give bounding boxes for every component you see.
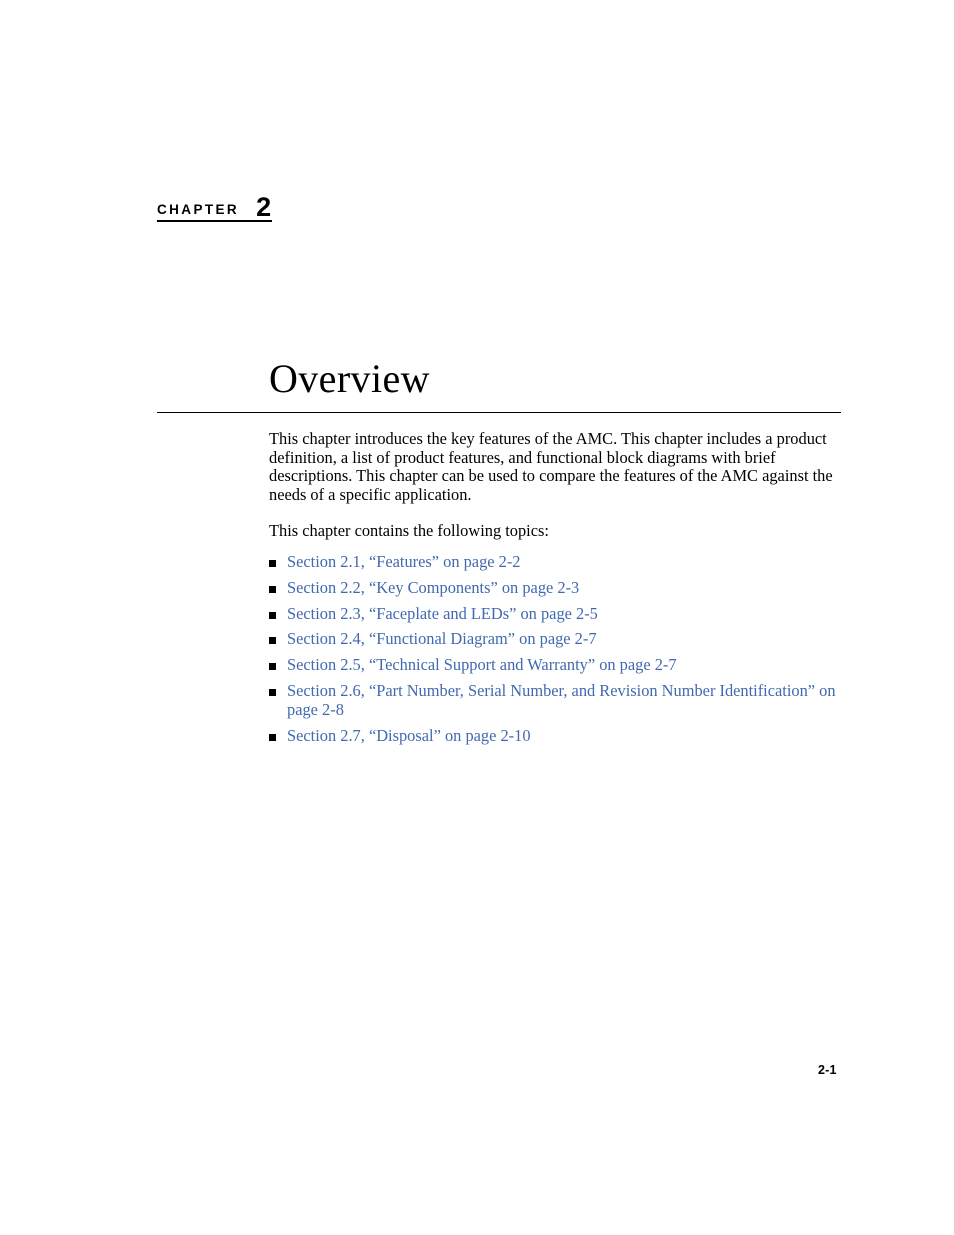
intro-paragraph: This chapter introduces the key features…: [269, 429, 833, 504]
square-bullet-icon: [269, 585, 276, 593]
topic-link-section-2-5[interactable]: Section 2.5, “Technical Support and Warr…: [287, 655, 677, 674]
topic-link-section-2-7[interactable]: Section 2.7, “Disposal” on page 2-10: [287, 726, 531, 745]
topic-link-section-2-1[interactable]: Section 2.1, “Features” on page 2-2: [287, 552, 521, 571]
list-item: Section 2.2, “Key Components” on page 2-…: [269, 578, 847, 598]
list-item: Section 2.6, “Part Number, Serial Number…: [269, 681, 847, 720]
square-bullet-icon: [269, 559, 276, 567]
chapter-header: CHAPTER 2: [157, 192, 457, 222]
topic-link-section-2-6[interactable]: Section 2.6, “Part Number, Serial Number…: [287, 681, 836, 719]
topic-list: Section 2.1, “Features” on page 2-2 Sect…: [269, 552, 847, 746]
topic-link-section-2-3[interactable]: Section 2.3, “Faceplate and LEDs” on pag…: [287, 604, 598, 623]
list-item: Section 2.5, “Technical Support and Warr…: [269, 655, 847, 675]
chapter-label: CHAPTER: [157, 202, 240, 217]
chapter-header-rule: [157, 220, 272, 222]
document-page: CHAPTER 2 Overview This chapter introduc…: [0, 0, 954, 1235]
square-bullet-icon: [269, 663, 276, 671]
chapter-content: This chapter introduces the key features…: [269, 429, 847, 752]
list-item: Section 2.7, “Disposal” on page 2-10: [269, 726, 847, 746]
list-item: Section 2.1, “Features” on page 2-2: [269, 552, 847, 572]
chapter-number: 2: [256, 192, 272, 222]
page-number: 2-1: [818, 1063, 837, 1077]
square-bullet-icon: [269, 733, 276, 741]
list-item: Section 2.3, “Faceplate and LEDs” on pag…: [269, 604, 847, 624]
topic-link-section-2-2[interactable]: Section 2.2, “Key Components” on page 2-…: [287, 578, 579, 597]
title-divider-rule: [157, 412, 841, 414]
topics-lead-paragraph: This chapter contains the following topi…: [269, 521, 549, 541]
square-bullet-icon: [269, 637, 276, 645]
square-bullet-icon: [269, 688, 276, 696]
page-title: Overview: [269, 355, 430, 401]
square-bullet-icon: [269, 611, 276, 619]
list-item: Section 2.4, “Functional Diagram” on pag…: [269, 629, 847, 649]
topic-link-section-2-4[interactable]: Section 2.4, “Functional Diagram” on pag…: [287, 629, 597, 648]
